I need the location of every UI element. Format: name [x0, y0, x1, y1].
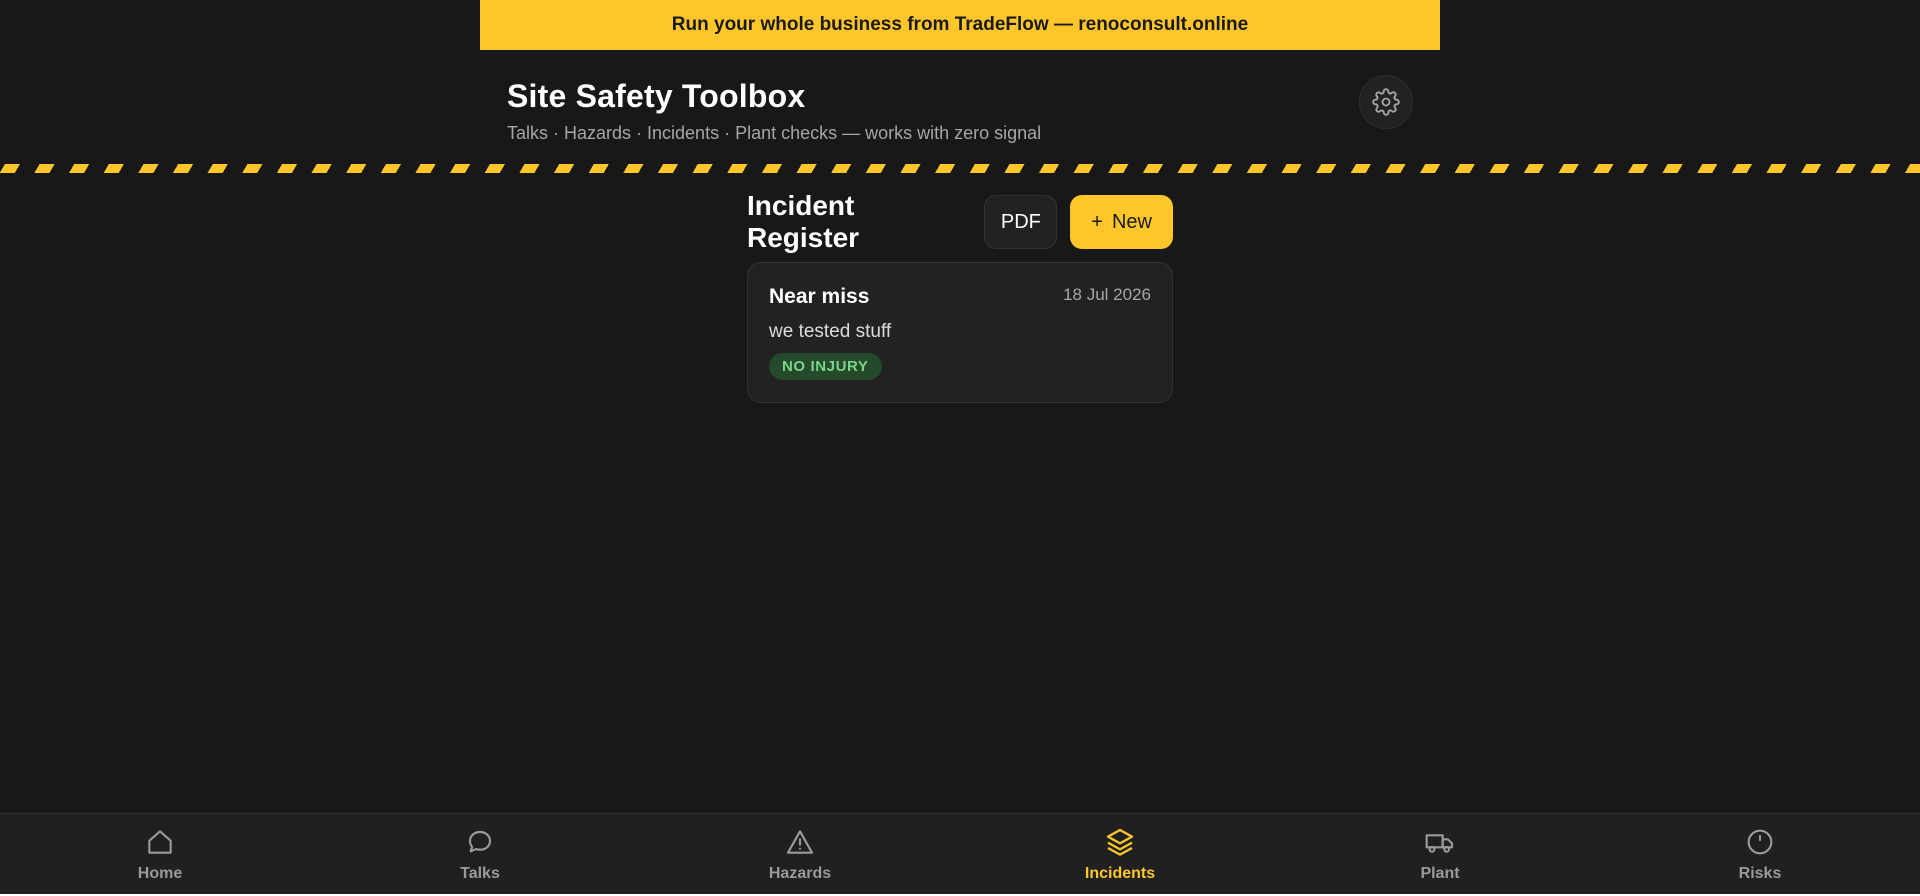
register-header: Incident Register PDF + New	[747, 190, 1173, 253]
promo-banner[interactable]: Run your whole business from TradeFlow —…	[480, 0, 1440, 50]
export-pdf-button[interactable]: PDF	[984, 195, 1058, 249]
new-incident-button[interactable]: + New	[1070, 195, 1173, 249]
nav-item-plant[interactable]: Plant	[1370, 814, 1510, 894]
nav-label-home: Home	[137, 865, 183, 882]
hazard-stripe-divider	[0, 164, 1920, 173]
nav-item-hazards[interactable]: Hazards	[730, 814, 870, 894]
nav-label-hazards: Hazards	[768, 865, 832, 882]
app-title: Site Safety Toolbox	[507, 78, 806, 114]
bottom-navigation: Home Talks Hazards Incidents Plant Risks	[0, 813, 1920, 894]
app-header: Site Safety Toolbox Talks · Hazards · In…	[507, 75, 1413, 156]
nav-label-incidents: Incidents	[1084, 865, 1156, 882]
incident-card[interactable]: Near miss 18 Jul 2026 we tested stuff NO…	[747, 262, 1173, 403]
promo-banner-text: Run your whole business from TradeFlow —…	[671, 14, 1249, 35]
incident-date: 18 Jul 2026	[1063, 285, 1151, 304]
incident-register-section: Incident Register PDF + New Near miss 18…	[747, 190, 1173, 403]
incident-description: we tested stuff	[769, 321, 892, 342]
warning-triangle-icon	[786, 830, 814, 854]
nav-item-home[interactable]: Home	[90, 814, 230, 894]
truck-icon	[1425, 834, 1454, 853]
nav-label-talks: Talks	[460, 865, 500, 882]
gear-icon	[1372, 88, 1400, 116]
app-subtitle: Talks · Hazards · Incidents · Plant chec…	[507, 123, 1042, 143]
layers-icon	[1106, 828, 1134, 856]
nav-label-plant: Plant	[1420, 865, 1460, 882]
chat-bubble-icon	[468, 830, 492, 853]
nav-item-incidents[interactable]: Incidents	[1050, 814, 1190, 894]
home-icon	[148, 830, 172, 854]
nav-item-risks[interactable]: Risks	[1690, 814, 1830, 894]
new-incident-label: New	[1111, 210, 1152, 233]
settings-button[interactable]	[1359, 75, 1413, 129]
register-title: Incident Register	[747, 190, 860, 253]
plus-icon: +	[1091, 210, 1103, 233]
alert-circle-icon	[1747, 829, 1773, 855]
nav-label-risks: Risks	[1738, 865, 1782, 882]
nav-item-talks[interactable]: Talks	[410, 814, 550, 894]
severity-badge: NO INJURY	[769, 353, 882, 380]
